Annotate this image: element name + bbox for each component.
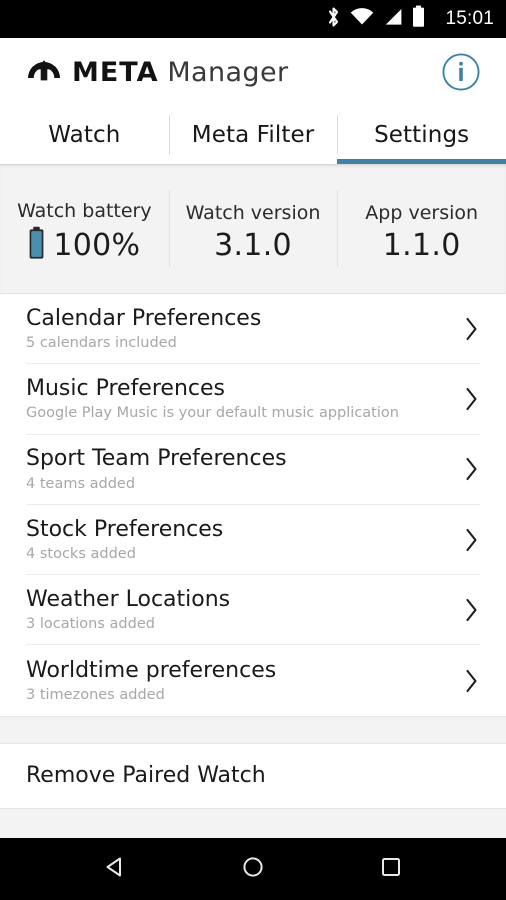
status-bar: 15:01 [0,0,506,38]
settings-row-music-preferences[interactable]: Music Preferences Google Play Music is y… [26,364,480,435]
watch-battery-label: Watch battery [17,200,152,222]
settings-row-worldtime-preferences[interactable]: Worldtime preferences 3 timezones added [26,645,480,715]
tab-watch[interactable]: Watch [0,106,169,164]
tab-settings-label: Settings [374,122,470,148]
app-header: META Manager [0,38,506,106]
watch-version-value-row: 3.1.0 [214,228,292,263]
home-circle-icon [239,853,267,886]
row-subtitle: 5 calendars included [26,334,177,351]
row-subtitle: 3 timezones added [26,686,165,703]
recents-square-icon [377,853,405,886]
settings-row-stock-preferences[interactable]: Stock Preferences 4 stocks added [26,505,480,576]
app-version-label: App version [365,202,479,224]
remove-paired-watch-label: Remove Paired Watch [26,763,266,789]
bottom-filler [0,807,506,838]
status-bar-clock: 15:01 [445,8,494,29]
watch-version-label: Watch version [185,202,321,224]
nav-recents-button[interactable] [361,845,421,893]
watch-battery-value-row: 100% [28,226,140,265]
nav-home-button[interactable] [223,845,283,893]
meta-logo-icon [26,55,62,90]
settings-row-sport-team-preferences[interactable]: Sport Team Preferences 4 teams added [26,435,480,505]
row-title: Worldtime preferences [26,657,277,683]
tab-watch-label: Watch [48,122,121,148]
actions-section: Remove Paired Watch [0,743,506,808]
wifi-icon [350,6,374,33]
settings-list: Calendar Preferences 5 calendars include… [0,294,506,716]
tab-bar: Watch Meta Filter Settings [0,106,506,164]
watch-version-value: 3.1.0 [214,228,292,263]
row-subtitle: 4 teams added [26,475,136,492]
app-version-value-row: 1.1.0 [383,228,461,263]
battery-icon [412,5,425,33]
row-text-block: Worldtime preferences 3 timezones added [26,658,452,704]
chevron-right-icon [452,669,480,693]
chevron-right-icon [452,457,480,481]
settings-row-calendar-preferences[interactable]: Calendar Preferences 5 calendars include… [26,294,480,365]
row-title: Stock Preferences [26,516,224,542]
row-subtitle: 3 locations added [26,616,155,633]
chevron-right-icon [452,387,480,411]
info-column-watch-version: Watch version 3.1.0 [168,164,338,293]
device-info-panel: Watch battery 100% Watch version 3.1.0 A… [0,164,506,294]
row-subtitle: Google Play Music is your default music … [26,405,399,422]
brand-name-light: Manager [167,56,289,88]
app-title: META Manager [72,57,288,88]
row-title: Sport Team Preferences [26,446,287,472]
android-navigation-bar [0,838,506,900]
info-column-app-version: App version 1.1.0 [337,164,506,293]
row-title: Weather Locations [26,586,231,612]
row-title: Calendar Preferences [26,305,262,331]
row-text-block: Weather Locations 3 locations added [26,587,452,633]
tab-meta-filter[interactable]: Meta Filter [168,106,338,164]
battery-full-icon [28,226,45,265]
settings-row-weather-locations[interactable]: Weather Locations 3 locations added [26,575,480,646]
chevron-right-icon [452,317,480,341]
nav-back-button[interactable] [85,845,145,893]
tab-settings[interactable]: Settings [337,106,506,164]
watch-battery-value: 100% [53,228,141,263]
section-divider [0,715,506,744]
brand-lockup: META Manager [26,55,288,90]
remove-paired-watch-button[interactable]: Remove Paired Watch [26,744,480,808]
row-subtitle: 4 stocks added [26,545,136,562]
row-text-block: Stock Preferences 4 stocks added [26,517,452,563]
back-triangle-icon [101,853,129,886]
tab-meta-filter-label: Meta Filter [191,122,315,148]
chevron-right-icon [452,598,480,622]
app-version-value: 1.1.0 [382,228,461,263]
info-column-watch-battery: Watch battery 100% [0,164,169,293]
cell-signal-icon [383,6,403,33]
row-text-block: Sport Team Preferences 4 teams added [26,446,452,492]
info-button[interactable] [440,51,482,93]
bluetooth-icon [326,6,341,33]
chevron-right-icon [452,528,480,552]
row-text-block: Calendar Preferences 5 calendars include… [26,306,452,352]
row-text-block: Music Preferences Google Play Music is y… [26,376,452,422]
app-screen: 15:01 META Manager Watch Meta Filter Set… [0,0,506,900]
info-icon [442,53,480,91]
status-icon-group: 15:01 [326,5,494,33]
brand-name-bold: META [72,56,159,88]
row-title: Music Preferences [26,375,225,401]
